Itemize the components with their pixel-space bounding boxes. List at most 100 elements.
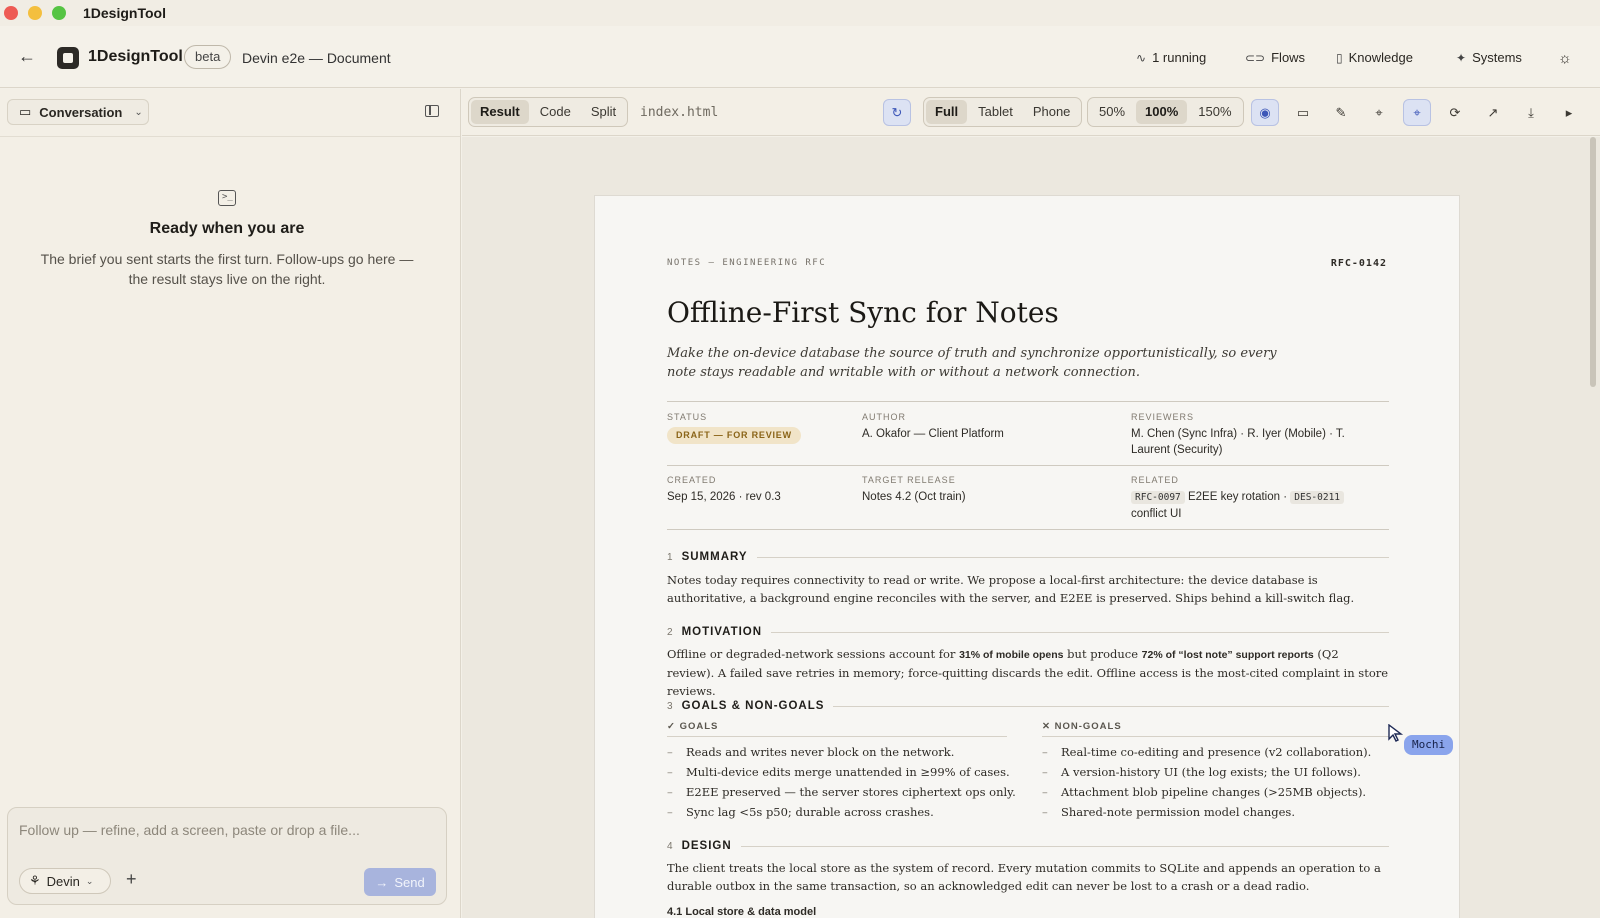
arrow-right-icon: →	[375, 874, 389, 890]
list-item: – Attachment blob pipeline changes (>25MB…	[1042, 785, 1367, 799]
list-item: – Real-time co-editing and presence (v2 c…	[1042, 745, 1372, 759]
pointer-cursor-icon	[1388, 724, 1404, 742]
agent-selector[interactable]: ⚘ Devin ⌄	[19, 868, 111, 894]
summary-text: Notes today requires connectivity to rea…	[667, 573, 1355, 605]
refresh-icon[interactable]: ↻	[883, 99, 911, 126]
composer: Follow up — refine, add a screen, paste …	[7, 807, 447, 905]
minimize-window-button[interactable]	[28, 6, 42, 20]
flows-icon: ⊂⊃	[1245, 50, 1266, 65]
author-value: A. Okafor — Client Platform	[862, 428, 1004, 440]
app-logo	[57, 47, 79, 69]
zoom-50[interactable]: 50%	[1090, 100, 1134, 124]
related-link-des[interactable]: DES-0211	[1290, 491, 1345, 504]
comment-icon[interactable]: ▭	[1289, 99, 1317, 126]
divider	[667, 529, 1389, 530]
divider	[667, 401, 1389, 402]
motivation-text: Offline or degraded-network sessions acc…	[667, 647, 1389, 698]
device-switch: Full Tablet Phone	[923, 97, 1083, 127]
zoom-150[interactable]: 150%	[1189, 100, 1240, 124]
theme-toggle-sun-icon[interactable]: ☼	[1558, 50, 1572, 67]
target-value: Notes 4.2 (Oct train)	[862, 491, 966, 503]
collaborator-cursor-label: Mochi	[1404, 735, 1454, 755]
flows-nav[interactable]: ⊂⊃ Flows	[1245, 50, 1305, 65]
document-title: Devin e2e — Document	[242, 50, 391, 66]
systems-nav[interactable]: ✦ Systems	[1456, 50, 1522, 65]
back-arrow-icon[interactable]: ←	[18, 46, 36, 67]
reload-icon[interactable]: ⟳	[1441, 99, 1469, 126]
add-attachment-button[interactable]: +	[126, 869, 137, 890]
device-full[interactable]: Full	[926, 100, 968, 124]
view-mode-switch: Result Code Split	[468, 97, 629, 127]
divider	[1042, 736, 1389, 737]
divider	[667, 736, 1007, 737]
eye-icon[interactable]: ◉	[1251, 99, 1279, 126]
book-icon: ▯	[1336, 50, 1343, 65]
beta-badge: beta	[184, 45, 232, 69]
external-link-icon[interactable]: ↗	[1479, 99, 1507, 126]
list-item: – Sync lag <5s p50; durable across crashe…	[667, 805, 934, 819]
activity-icon: ∿	[1136, 50, 1147, 65]
agent-icon: ⚘	[29, 873, 41, 888]
play-icon[interactable]: ▸	[1555, 99, 1583, 126]
author-label: AUTHOR	[862, 412, 906, 422]
conversation-selector[interactable]: ▭ Conversation ⌄	[7, 99, 149, 125]
pencil-icon[interactable]: ✎	[1327, 99, 1355, 126]
brand-name: 1DesignTool	[88, 48, 183, 65]
window-title: 1DesignTool	[83, 5, 166, 21]
doc-id: RFC-0142	[1330, 258, 1387, 269]
app-header: ← 1DesignTool beta Devin e2e — Document …	[0, 26, 1600, 88]
section-heading: 4 DESIGN	[667, 840, 1389, 852]
tab-result[interactable]: Result	[471, 100, 529, 124]
running-indicator[interactable]: ∿ 1 running	[1136, 50, 1206, 65]
list-item: – Reads and writes never block on the net…	[667, 745, 955, 759]
tab-code[interactable]: Code	[531, 100, 580, 124]
related-link-rfc[interactable]: RFC-0097	[1131, 491, 1185, 504]
goals-header: ✓ GOALS	[667, 721, 719, 732]
reviewers-value: M. Chen (Sync Infra) · R. Iyer (Mobile) …	[1131, 428, 1345, 456]
target-icon[interactable]: ⌖	[1403, 99, 1431, 126]
reviewers-label: REVIEWERS	[1131, 412, 1195, 422]
zoom-window-button[interactable]	[52, 6, 66, 20]
section-heading: 2 MOTIVATION	[667, 626, 1389, 638]
device-phone[interactable]: Phone	[1024, 100, 1080, 124]
chevron-down-icon: ⌄	[134, 106, 143, 118]
file-name: index.html	[640, 105, 719, 120]
canvas-scrollbar[interactable]	[1590, 137, 1596, 387]
document-page: NOTES — ENGINEERING RFC RFC-0142 Offline…	[594, 195, 1460, 918]
zoom-100[interactable]: 100%	[1136, 100, 1188, 124]
tab-split[interactable]: Split	[582, 100, 625, 124]
chat-bubble-icon: ▭	[19, 104, 32, 119]
send-button[interactable]: → Send	[364, 868, 436, 896]
list-item: – A version-history UI (the log exists; t…	[1042, 765, 1361, 779]
chevron-down-icon: ⌄	[85, 875, 94, 886]
divider	[667, 465, 1389, 466]
related-value: RFC-0097 E2EE key rotation · DES-0211 co…	[1131, 489, 1361, 522]
subsection-heading: 4.1 Local store & data model	[667, 906, 817, 918]
zoom-switch: 50% 100% 150%	[1087, 97, 1244, 127]
composer-input[interactable]: Follow up — refine, add a screen, paste …	[19, 822, 360, 838]
close-window-button[interactable]	[4, 6, 18, 20]
terminal-icon: >_	[218, 190, 236, 206]
list-item: – Multi-device edits merge unattended in …	[667, 765, 1010, 779]
device-tablet[interactable]: Tablet	[969, 100, 1022, 124]
status-label: STATUS	[667, 412, 708, 422]
doc-lede: Make the on-device database the source o…	[667, 346, 1277, 380]
section-heading: 3 GOALS & NON-GOALS	[667, 700, 1389, 712]
section-heading: 1 SUMMARY	[667, 551, 1389, 563]
empty-state-text: The brief you sent starts the first turn…	[40, 251, 414, 287]
conversation-panel: ▭ Conversation ⌄ >_ Ready when you are T…	[0, 89, 461, 918]
related-label: RELATED	[1131, 475, 1179, 485]
divider	[0, 136, 460, 137]
sidebar-toggle-icon[interactable]	[425, 105, 439, 117]
crosshair-icon[interactable]: ⌖	[1365, 99, 1393, 126]
knowledge-nav[interactable]: ▯ Knowledge	[1336, 50, 1413, 65]
download-icon[interactable]: ⤓	[1517, 99, 1545, 126]
preview-toolbar: Result Code Split index.html ↻ Full Tabl…	[462, 89, 1600, 136]
window-titlebar: 1DesignTool	[0, 0, 1600, 26]
design-text: The client treats the local store as the…	[667, 861, 1381, 893]
nongoals-header: ✕ NON-GOALS	[1042, 721, 1122, 732]
empty-state-title: Ready when you are	[149, 220, 305, 237]
created-value: Sep 15, 2026 · rev 0.3	[667, 491, 781, 503]
sparkle-icon: ✦	[1456, 50, 1467, 65]
doc-eyebrow: NOTES — ENGINEERING RFC	[667, 258, 827, 268]
